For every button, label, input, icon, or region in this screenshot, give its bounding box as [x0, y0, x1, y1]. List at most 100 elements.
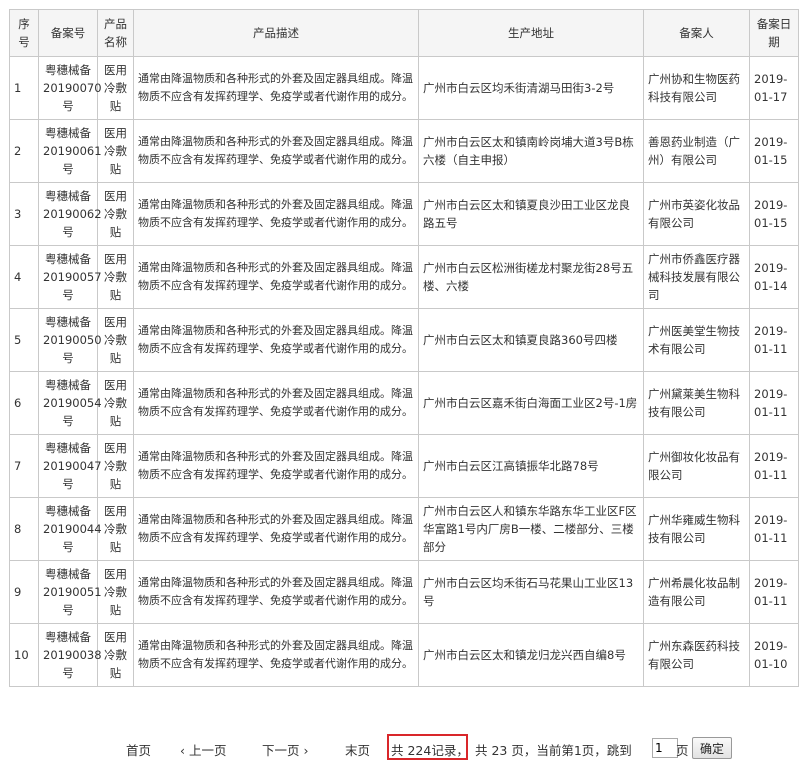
- cell-filer: 广州医美堂生物技术有限公司: [643, 308, 750, 372]
- pagination-bar: 首页 ‹ 上一页 下一页 › 末页 共 224记录， 共 23 页，当前第1页，…: [0, 734, 805, 762]
- cell-registration-no: 粤穗械备20190044号: [38, 497, 102, 561]
- cell-index: 6: [9, 371, 39, 435]
- header-date: 备案日期: [749, 9, 799, 57]
- cell-address: 广州市白云区太和镇夏良路360号四楼: [418, 308, 644, 372]
- cell-index: 1: [9, 56, 39, 120]
- cell-product-name: 医用冷敷贴: [97, 56, 134, 120]
- cell-index: 3: [9, 182, 39, 246]
- cell-date: 2019-01-11: [749, 371, 799, 435]
- cell-date: 2019-01-11: [749, 434, 799, 498]
- table-row: 4 粤穗械备20190057号 医用冷敷贴 通常由降温物质和各种形式的外套及固定…: [9, 245, 799, 309]
- cell-index: 10: [9, 623, 39, 687]
- cell-address: 广州市白云区均禾街石马花果山工业区13号: [418, 560, 644, 624]
- cell-filer: 广州市英姿化妆品有限公司: [643, 182, 750, 246]
- cell-index: 4: [9, 245, 39, 309]
- first-page-link[interactable]: 首页: [126, 740, 151, 759]
- cell-description: 通常由降温物质和各种形式的外套及固定器具组成。降温物质不应含有发挥药理学、免疫学…: [133, 119, 419, 183]
- cell-date: 2019-01-15: [749, 119, 799, 183]
- cell-index: 8: [9, 497, 39, 561]
- cell-product-name: 医用冷敷贴: [97, 434, 134, 498]
- cell-description: 通常由降温物质和各种形式的外套及固定器具组成。降温物质不应含有发挥药理学、免疫学…: [133, 308, 419, 372]
- cell-product-name: 医用冷敷贴: [97, 182, 134, 246]
- cell-description: 通常由降温物质和各种形式的外套及固定器具组成。降温物质不应含有发挥药理学、免疫学…: [133, 560, 419, 624]
- cell-date: 2019-01-17: [749, 56, 799, 120]
- cell-filer: 广州华雍威生物科技有限公司: [643, 497, 750, 561]
- cell-description: 通常由降温物质和各种形式的外套及固定器具组成。降温物质不应含有发挥药理学、免疫学…: [133, 56, 419, 120]
- next-page-link[interactable]: 下一页 ›: [262, 740, 308, 759]
- cell-registration-no: 粤穗械备20190061号: [38, 119, 102, 183]
- total-records-text: 共 224记录，: [391, 743, 469, 758]
- cell-filer: 广州市侨鑫医疗器械科技发展有限公司: [643, 245, 750, 309]
- header-address: 生产地址: [418, 9, 644, 57]
- cell-registration-no: 粤穗械备20190038号: [38, 623, 102, 687]
- cell-description: 通常由降温物质和各种形式的外套及固定器具组成。降温物质不应含有发挥药理学、免疫学…: [133, 182, 419, 246]
- cell-filer: 善恩药业制造（广州）有限公司: [643, 119, 750, 183]
- cell-filer: 广州协和生物医药科技有限公司: [643, 56, 750, 120]
- cell-description: 通常由降温物质和各种形式的外套及固定器具组成。降温物质不应含有发挥药理学、免疫学…: [133, 434, 419, 498]
- cell-date: 2019-01-11: [749, 560, 799, 624]
- cell-registration-no: 粤穗械备20190062号: [38, 182, 102, 246]
- cell-registration-no: 粤穗械备20190070号: [38, 56, 102, 120]
- cell-registration-no: 粤穗械备20190057号: [38, 245, 102, 309]
- cell-address: 广州市白云区人和镇东华路东华工业区F区华富路1号内厂房B一楼、二楼部分、三楼部分: [418, 497, 644, 561]
- cell-product-name: 医用冷敷贴: [97, 560, 134, 624]
- cell-address: 广州市白云区均禾街清湖马田街3-2号: [418, 56, 644, 120]
- jump-page-input[interactable]: [652, 738, 678, 758]
- cell-description: 通常由降温物质和各种形式的外套及固定器具组成。降温物质不应含有发挥药理学、免疫学…: [133, 245, 419, 309]
- table-row: 8 粤穗械备20190044号 医用冷敷贴 通常由降温物质和各种形式的外套及固定…: [9, 497, 799, 561]
- cell-address: 广州市白云区江高镇振华北路78号: [418, 434, 644, 498]
- cell-filer: 广州御妆化妆品有限公司: [643, 434, 750, 498]
- table-row: 7 粤穗械备20190047号 医用冷敷贴 通常由降温物质和各种形式的外套及固定…: [9, 434, 799, 498]
- cell-registration-no: 粤穗械备20190051号: [38, 560, 102, 624]
- table-row: 6 粤穗械备20190054号 医用冷敷贴 通常由降温物质和各种形式的外套及固定…: [9, 371, 799, 435]
- cell-address: 广州市白云区太和镇龙归龙兴西自编8号: [418, 623, 644, 687]
- cell-date: 2019-01-11: [749, 308, 799, 372]
- cell-product-name: 医用冷敷贴: [97, 119, 134, 183]
- table-row: 1 粤穗械备20190070号 医用冷敷贴 通常由降温物质和各种形式的外套及固定…: [9, 56, 799, 120]
- cell-index: 5: [9, 308, 39, 372]
- cell-description: 通常由降温物质和各种形式的外套及固定器具组成。降温物质不应含有发挥药理学、免疫学…: [133, 497, 419, 561]
- cell-description: 通常由降温物质和各种形式的外套及固定器具组成。降温物质不应含有发挥药理学、免疫学…: [133, 623, 419, 687]
- cell-address: 广州市白云区太和镇南岭岗埔大道3号B栋六楼（自主申报）: [418, 119, 644, 183]
- header-index: 序号: [9, 9, 39, 57]
- cell-date: 2019-01-11: [749, 497, 799, 561]
- cell-registration-no: 粤穗械备20190054号: [38, 371, 102, 435]
- page: 序号 备案号 产品名称 产品描述 生产地址 备案人 备案日期 1 粤穗械备201…: [0, 0, 805, 768]
- cell-registration-no: 粤穗械备20190047号: [38, 434, 102, 498]
- table-row: 10 粤穗械备20190038号 医用冷敷贴 通常由降温物质和各种形式的外套及固…: [9, 623, 799, 687]
- header-description: 产品描述: [133, 9, 419, 57]
- cell-date: 2019-01-10: [749, 623, 799, 687]
- total-pages-text: 共 23 页，当前第1页，跳到: [475, 743, 632, 758]
- cell-filer: 广州东森医药科技有限公司: [643, 623, 750, 687]
- cell-index: 7: [9, 434, 39, 498]
- cell-index: 9: [9, 560, 39, 624]
- table-row: 2 粤穗械备20190061号 医用冷敷贴 通常由降温物质和各种形式的外套及固定…: [9, 119, 799, 183]
- page-unit-label: 页: [676, 743, 689, 758]
- cell-filer: 广州希晨化妆品制造有限公司: [643, 560, 750, 624]
- cell-description: 通常由降温物质和各种形式的外套及固定器具组成。降温物质不应含有发挥药理学、免疫学…: [133, 371, 419, 435]
- cell-date: 2019-01-15: [749, 182, 799, 246]
- records-table: 序号 备案号 产品名称 产品描述 生产地址 备案人 备案日期 1 粤穗械备201…: [9, 9, 799, 687]
- cell-product-name: 医用冷敷贴: [97, 497, 134, 561]
- header-registration-no: 备案号: [38, 9, 98, 57]
- cell-address: 广州市白云区嘉禾街白海面工业区2号-1房: [418, 371, 644, 435]
- cell-product-name: 医用冷敷贴: [97, 623, 134, 687]
- table-header-row: 序号 备案号 产品名称 产品描述 生产地址 备案人 备案日期: [9, 9, 799, 57]
- cell-date: 2019-01-14: [749, 245, 799, 309]
- cell-product-name: 医用冷敷贴: [97, 245, 134, 309]
- cell-index: 2: [9, 119, 39, 183]
- cell-product-name: 医用冷敷贴: [97, 371, 134, 435]
- table-row: 5 粤穗械备20190050号 医用冷敷贴 通常由降温物质和各种形式的外套及固定…: [9, 308, 799, 372]
- prev-page-link[interactable]: ‹ 上一页: [180, 740, 226, 759]
- cell-address: 广州市白云区松洲街槎龙村聚龙街28号五楼、六楼: [418, 245, 644, 309]
- cell-address: 广州市白云区太和镇夏良沙田工业区龙良路五号: [418, 182, 644, 246]
- header-filer: 备案人: [643, 9, 750, 57]
- cell-registration-no: 粤穗械备20190050号: [38, 308, 102, 372]
- last-page-link[interactable]: 末页: [345, 740, 370, 759]
- table-row: 3 粤穗械备20190062号 医用冷敷贴 通常由降温物质和各种形式的外套及固定…: [9, 182, 799, 246]
- confirm-jump-button[interactable]: 确定: [692, 737, 732, 759]
- header-product-name: 产品名称: [97, 9, 134, 57]
- cell-filer: 广州黛莱美生物科技有限公司: [643, 371, 750, 435]
- cell-product-name: 医用冷敷贴: [97, 308, 134, 372]
- table-row: 9 粤穗械备20190051号 医用冷敷贴 通常由降温物质和各种形式的外套及固定…: [9, 560, 799, 624]
